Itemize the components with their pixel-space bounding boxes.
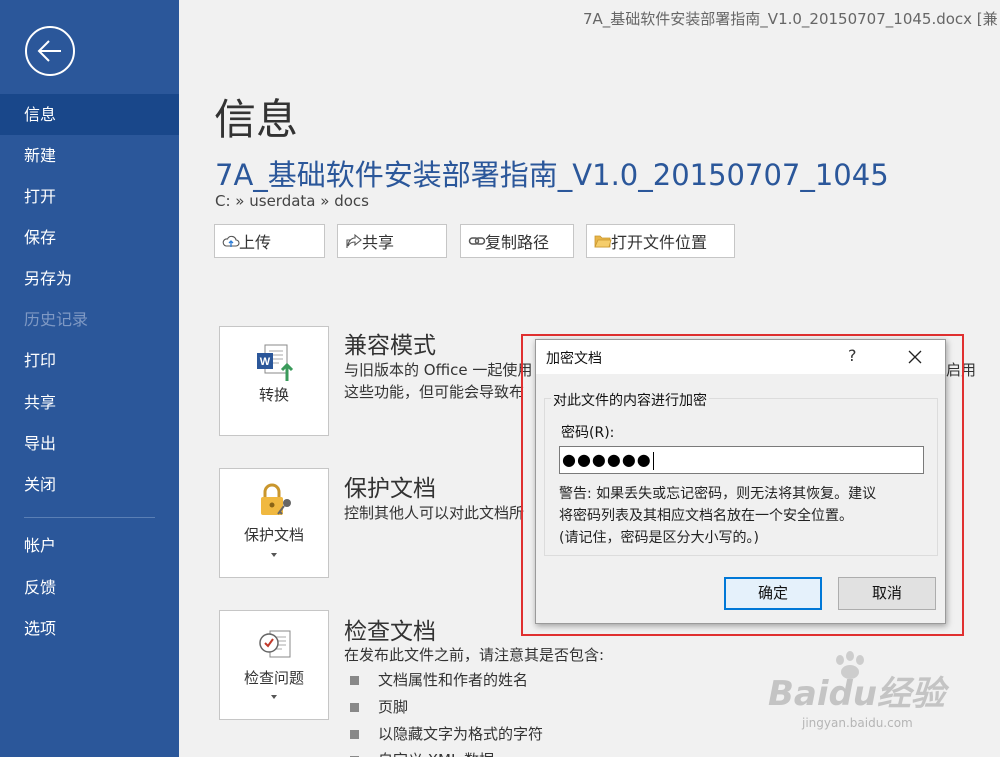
password-label: 密码(R): <box>561 425 615 441</box>
password-input[interactable]: ●●●●●● <box>559 446 924 474</box>
protect-card-label: 保护文档 <box>243 526 304 544</box>
convert-button[interactable]: W 转换 <box>219 326 329 436</box>
watermark-url: jingyan.baidu.com <box>802 716 913 730</box>
document-name: 7A_基础软件安装部署指南_V1.0_20150707_1045 <box>215 158 889 192</box>
link-icon <box>468 237 486 245</box>
baidu-watermark: Baidu经验 jingyan.baidu.com <box>760 650 960 740</box>
sidebar-item-save[interactable]: 保存 <box>0 217 179 258</box>
chevron-down-icon <box>271 553 277 557</box>
window-title: 7A_基础软件安装部署指南_V1.0_20150707_1045.docx [兼 <box>583 10 998 28</box>
encrypt-document-dialog: 加密文档 ? 对此文件的内容进行加密 密码(R): ●●●●●● 警告: 如果丢… <box>535 339 946 624</box>
copy-path-button[interactable]: 复制路径 <box>460 224 574 258</box>
open-file-location-button[interactable]: 打开文件位置 <box>586 224 735 258</box>
convert-card-label: 转换 <box>258 386 289 404</box>
open-file-location-label: 打开文件位置 <box>611 233 708 252</box>
watermark-text: Baidu经验 <box>768 674 946 714</box>
lock-key-icon <box>261 483 291 515</box>
compat-mode-title: 兼容模式 <box>344 333 436 359</box>
password-value: ●●●●●● <box>562 450 652 469</box>
check-issues-button[interactable]: 检查问题 <box>219 610 329 720</box>
ok-button[interactable]: 确定 <box>724 577 822 610</box>
sidebar-item-account[interactable]: 帐户 <box>0 525 179 566</box>
inspect-document-desc: 在发布此文件之前，请注意其是否包含: <box>344 646 605 664</box>
warning-text-line2: 将密码列表及其相应文档名放在一个安全位置。 <box>559 508 853 524</box>
inspect-document-title: 检查文档 <box>344 619 436 645</box>
word-convert-icon: W <box>257 344 294 381</box>
inspect-document-icon <box>259 630 291 658</box>
sidebar-item-print[interactable]: 打印 <box>0 340 179 381</box>
upload-button[interactable]: 上传 <box>214 224 325 258</box>
sidebar-item-feedback[interactable]: 反馈 <box>0 567 179 608</box>
document-path[interactable]: C: » userdata » docs <box>215 192 369 210</box>
protect-document-title: 保护文档 <box>344 476 436 502</box>
page-title: 信息 <box>214 95 299 144</box>
protect-document-desc: 控制其他人可以对此文档所 <box>344 504 525 522</box>
warning-text-line3: (请记住，密码是区分大小写的。) <box>559 530 759 546</box>
svg-text:W: W <box>260 356 271 368</box>
help-button[interactable]: ? <box>848 346 857 365</box>
sidebar-item-info[interactable]: 信息 <box>0 94 179 135</box>
compat-mode-desc-line2: 这些功能，但可能会导致布 <box>344 383 525 401</box>
backstage-sidebar: 信息 新建 打开 保存 另存为 历史记录 打印 共享 导出 关闭 帐户 反馈 选… <box>0 0 179 757</box>
protect-document-button[interactable]: 保护文档 <box>219 468 329 578</box>
check-issues-card-label: 检查问题 <box>243 669 304 687</box>
sidebar-item-save-as[interactable]: 另存为 <box>0 258 179 299</box>
close-icon[interactable] <box>906 348 924 366</box>
inspect-bullet-1: 文档属性和作者的姓名 <box>378 671 529 689</box>
upload-label: 上传 <box>239 233 272 252</box>
bullet-marker <box>350 676 359 685</box>
bullet-marker <box>350 703 359 712</box>
back-arrow-icon <box>37 40 61 62</box>
inspect-bullet-4: 自定义 XML 数据 <box>378 749 494 757</box>
chevron-down-icon <box>271 695 277 699</box>
share-button[interactable]: 共享 <box>337 224 447 258</box>
text-cursor <box>652 451 654 470</box>
inspect-bullet-2: 页脚 <box>378 698 409 716</box>
back-button[interactable] <box>25 26 75 76</box>
sidebar-divider <box>24 517 155 518</box>
bullet-marker <box>350 730 359 739</box>
warning-text-line1: 警告: 如果丢失或忘记密码，则无法将其恢复。建议 <box>559 486 877 502</box>
sidebar-item-export[interactable]: 导出 <box>0 423 179 464</box>
cancel-button[interactable]: 取消 <box>838 577 936 610</box>
sidebar-item-open[interactable]: 打开 <box>0 176 179 217</box>
copy-path-label: 复制路径 <box>485 233 550 252</box>
inspect-bullet-3: 以隐藏文字为格式的字符 <box>378 725 544 743</box>
compat-mode-desc-line1: 与旧版本的 Office 一起使用 <box>344 361 533 379</box>
folder-icon <box>594 235 612 248</box>
dialog-title: 加密文档 <box>546 351 602 367</box>
cloud-upload-icon <box>222 235 240 247</box>
dialog-titlebar[interactable]: 加密文档 ? <box>536 340 945 374</box>
sidebar-item-new[interactable]: 新建 <box>0 135 179 176</box>
share-icon <box>346 233 362 248</box>
share-label: 共享 <box>362 233 395 252</box>
encrypt-group-label: 对此文件的内容进行加密 <box>551 390 709 410</box>
sidebar-item-share[interactable]: 共享 <box>0 382 179 423</box>
sidebar-item-close[interactable]: 关闭 <box>0 464 179 505</box>
sidebar-item-history: 历史记录 <box>24 310 89 329</box>
sidebar-item-options[interactable]: 选项 <box>0 608 179 649</box>
